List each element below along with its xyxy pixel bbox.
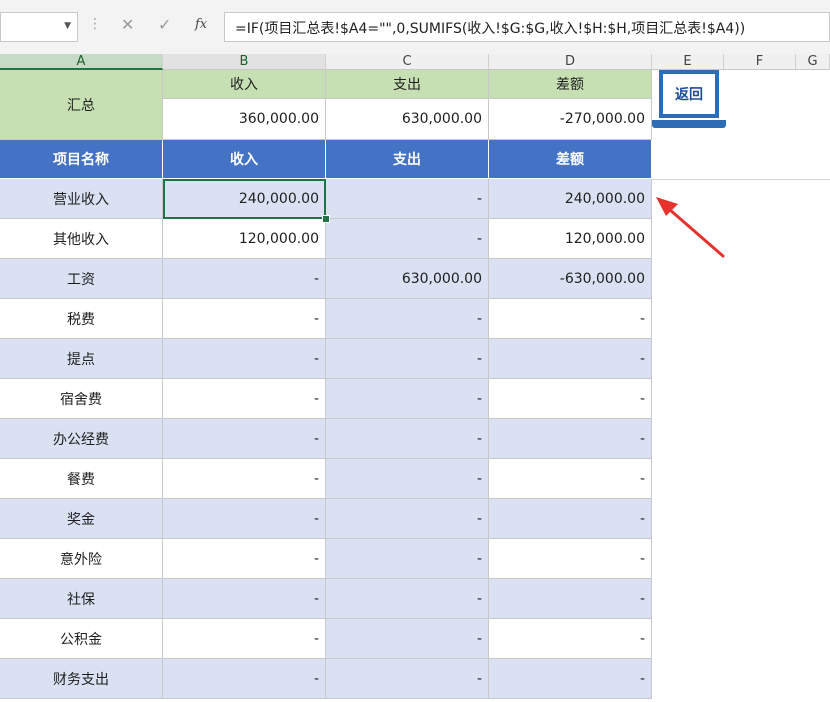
difference-cell[interactable]: - [489, 339, 652, 379]
income-cell[interactable]: - [163, 459, 326, 499]
column-header-b[interactable]: B [163, 54, 326, 70]
difference-cell[interactable]: - [489, 299, 652, 339]
item-name-cell[interactable]: 财务支出 [0, 659, 163, 699]
expense-cell[interactable]: - [326, 619, 489, 659]
difference-cell[interactable]: - [489, 379, 652, 419]
item-name-cell[interactable]: 营业收入 [0, 179, 163, 219]
chevron-down-icon[interactable]: ▼ [64, 21, 71, 31]
column-header-e[interactable]: E [652, 54, 724, 70]
expense-cell[interactable]: - [326, 539, 489, 579]
income-cell[interactable]: - [163, 379, 326, 419]
income-cell[interactable]: 120,000.00 [163, 219, 326, 259]
item-name-cell[interactable]: 宿舍费 [0, 379, 163, 419]
income-cell[interactable]: - [163, 579, 326, 619]
income-cell[interactable]: - [163, 339, 326, 379]
summary-label-cell[interactable]: 汇总 [0, 70, 163, 140]
difference-cell[interactable]: 240,000.00 [489, 179, 652, 219]
item-name-cell[interactable]: 社保 [0, 579, 163, 619]
arrow-head-icon [656, 197, 678, 216]
item-name-cell[interactable]: 工资 [0, 259, 163, 299]
formula-bar: ▼ ⋮ ✕ ✓ fx =IF(项目汇总表!$A4="",0,SUMIFS(收入!… [0, 0, 830, 55]
expense-cell[interactable]: - [326, 179, 489, 219]
cancel-icon[interactable]: ✕ [121, 15, 134, 34]
expense-cell[interactable]: - [326, 499, 489, 539]
item-name-cell[interactable]: 餐费 [0, 459, 163, 499]
difference-cell[interactable]: - [489, 659, 652, 699]
difference-cell[interactable]: - [489, 419, 652, 459]
income-cell[interactable]: - [163, 259, 326, 299]
income-cell[interactable]: - [163, 659, 326, 699]
income-cell[interactable]: - [163, 619, 326, 659]
expense-cell[interactable]: - [326, 579, 489, 619]
difference-cell[interactable]: 120,000.00 [489, 219, 652, 259]
difference-cell[interactable]: -630,000.00 [489, 259, 652, 299]
item-name-cell[interactable]: 公积金 [0, 619, 163, 659]
column-header-c[interactable]: C [326, 54, 489, 70]
check-icon[interactable]: ✓ [158, 15, 171, 34]
income-cell[interactable]: - [163, 539, 326, 579]
income-cell[interactable]: - [163, 499, 326, 539]
difference-cell[interactable]: - [489, 499, 652, 539]
item-name-cell[interactable]: 提点 [0, 339, 163, 379]
item-name-cell[interactable]: 意外险 [0, 539, 163, 579]
formula-input[interactable]: =IF(项目汇总表!$A4="",0,SUMIFS(收入!$G:$G,收入!$H… [224, 12, 830, 42]
expense-cell[interactable]: - [326, 379, 489, 419]
item-name-cell[interactable]: 其他收入 [0, 219, 163, 259]
expense-cell[interactable]: - [326, 459, 489, 499]
expense-cell[interactable]: - [326, 659, 489, 699]
column-header-g[interactable]: G [796, 54, 830, 70]
difference-cell[interactable]: - [489, 579, 652, 619]
item-name-cell[interactable]: 办公经费 [0, 419, 163, 459]
item-name-cell[interactable]: 税费 [0, 299, 163, 339]
difference-cell[interactable]: - [489, 619, 652, 659]
laptop-base-icon [652, 120, 726, 128]
fill-handle[interactable] [322, 215, 330, 223]
difference-cell[interactable]: - [489, 459, 652, 499]
column-header-f[interactable]: F [724, 54, 796, 70]
summary-value-expense[interactable]: 630,000.00 [326, 99, 489, 140]
header-difference[interactable]: 差额 [489, 140, 652, 179]
summary-header-income[interactable]: 收入 [163, 70, 326, 99]
return-button[interactable]: 返回 [652, 70, 726, 132]
gridline [652, 179, 830, 180]
header-expense[interactable]: 支出 [326, 140, 489, 179]
income-cell[interactable]: - [163, 419, 326, 459]
header-item-name[interactable]: 项目名称 [0, 140, 163, 179]
summary-header-expense[interactable]: 支出 [326, 70, 489, 99]
header-income[interactable]: 收入 [163, 140, 326, 179]
expense-cell[interactable]: - [326, 299, 489, 339]
expense-cell[interactable]: - [326, 339, 489, 379]
difference-cell[interactable]: - [489, 539, 652, 579]
summary-value-difference[interactable]: -270,000.00 [489, 99, 652, 140]
summary-header-difference[interactable]: 差额 [489, 70, 652, 99]
summary-value-income[interactable]: 360,000.00 [163, 99, 326, 140]
monitor-icon: 返回 [659, 70, 719, 118]
expense-cell[interactable]: 630,000.00 [326, 259, 489, 299]
drag-handle-icon[interactable]: ⋮ [88, 16, 102, 32]
name-box[interactable]: ▼ [0, 12, 78, 42]
expense-cell[interactable]: - [326, 219, 489, 259]
return-button-label: 返回 [675, 87, 703, 103]
income-cell[interactable]: 240,000.00 [163, 179, 326, 219]
expense-cell[interactable]: - [326, 419, 489, 459]
arrow-shaft [667, 207, 725, 258]
column-header-d[interactable]: D [489, 54, 652, 70]
function-icon[interactable]: fx [195, 17, 207, 32]
column-header-a[interactable]: A [0, 54, 163, 70]
income-cell[interactable]: - [163, 299, 326, 339]
item-name-cell[interactable]: 奖金 [0, 499, 163, 539]
